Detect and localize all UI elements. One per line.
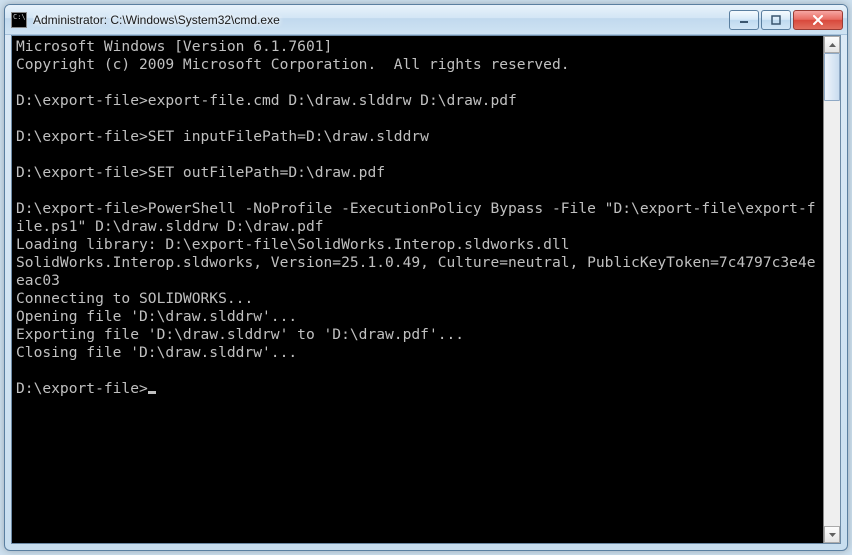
cursor — [148, 391, 156, 394]
client-area: Microsoft Windows [Version 6.1.7601] Cop… — [11, 35, 841, 544]
cmd-window: Administrator: C:\Windows\System32\cmd.e… — [4, 4, 848, 551]
minimize-icon — [739, 15, 749, 25]
chevron-down-icon — [829, 533, 836, 537]
scrollbar-thumb[interactable] — [824, 53, 840, 101]
maximize-icon — [771, 15, 781, 25]
close-icon — [812, 15, 824, 25]
minimize-button[interactable] — [729, 10, 759, 30]
close-button[interactable] — [793, 10, 843, 30]
scroll-up-button[interactable] — [824, 36, 840, 53]
window-title: Administrator: C:\Windows\System32\cmd.e… — [33, 13, 727, 27]
terminal-output[interactable]: Microsoft Windows [Version 6.1.7601] Cop… — [12, 36, 823, 543]
scrollbar-track[interactable] — [824, 53, 840, 526]
titlebar[interactable]: Administrator: C:\Windows\System32\cmd.e… — [5, 5, 847, 35]
chevron-up-icon — [829, 43, 836, 47]
scroll-down-button[interactable] — [824, 526, 840, 543]
window-controls — [727, 10, 843, 30]
cmd-icon — [11, 12, 27, 28]
vertical-scrollbar[interactable] — [823, 36, 840, 543]
maximize-button[interactable] — [761, 10, 791, 30]
